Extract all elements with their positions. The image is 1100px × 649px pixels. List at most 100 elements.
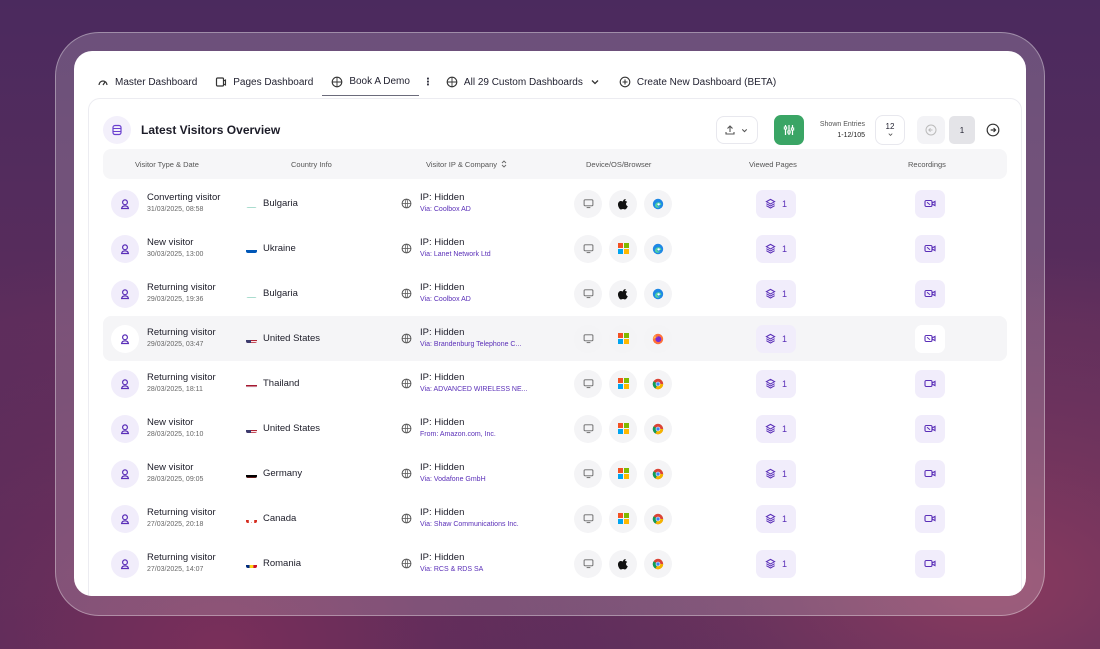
company-link[interactable]: Via: Vodafone GmbH — [420, 474, 486, 486]
table-row[interactable]: Returning visitor 27/03/2025, 20:18 Canada… — [103, 496, 1007, 541]
recordings-cell — [915, 451, 945, 496]
company-link[interactable]: Via: ADVANCED WIRELESS NE... — [420, 384, 528, 396]
pagination: 1 — [917, 116, 1007, 144]
user-icon[interactable] — [111, 369, 139, 398]
viewed-pages-count: 1 — [781, 423, 787, 434]
user-icon[interactable] — [111, 504, 139, 533]
viewed-pages-button[interactable]: 1 — [756, 504, 796, 533]
per-page-select[interactable]: 12 — [875, 115, 905, 145]
table-row[interactable]: New visitor 28/03/2025, 10:10 United State… — [103, 406, 1007, 451]
user-icon[interactable] — [111, 234, 139, 263]
user-icon[interactable] — [111, 324, 139, 353]
table-row[interactable]: Returning visitor 27/03/2025, 14:07 Romani… — [103, 541, 1007, 586]
ro-flag-icon — [246, 560, 257, 568]
tab-master-dashboard[interactable]: Master Dashboard — [88, 68, 206, 96]
recording-button[interactable] — [915, 324, 945, 353]
ip-address: IP: Hidden — [420, 551, 465, 563]
layers-icon — [765, 198, 776, 209]
company-link[interactable]: Via: Lanet Network Ltd — [420, 249, 491, 261]
user-icon[interactable] — [111, 414, 139, 443]
globe-icon — [401, 288, 412, 299]
viewed-pages-button[interactable]: 1 — [756, 189, 796, 218]
user-icon[interactable] — [111, 279, 139, 308]
table-row[interactable]: Returning visitor 28/03/2025, 18:11 Thaila… — [103, 361, 1007, 406]
recording-button[interactable] — [915, 504, 945, 533]
desktop-icon — [574, 504, 602, 533]
recording-button[interactable] — [915, 549, 945, 578]
tab-pages-dashboard[interactable]: Pages Dashboard — [206, 68, 322, 96]
tab-book-a-demo[interactable]: Book A Demo — [322, 68, 419, 96]
tab-label: All 29 Custom Dashboards — [463, 76, 583, 88]
prev-page-button[interactable] — [917, 116, 945, 144]
windows-icon — [609, 459, 637, 488]
more-options-icon[interactable]: ⋮ — [419, 68, 437, 96]
user-icon[interactable] — [111, 549, 139, 578]
device-cell — [574, 181, 679, 226]
company-link[interactable]: Via: Coolbox AD — [420, 204, 471, 216]
viewed-pages-cell: 1 — [756, 541, 796, 586]
recording-icon — [924, 558, 936, 569]
visitor-type-cell: Returning visitor 29/03/2025, 03:47 — [111, 316, 216, 361]
col-ip-company[interactable]: Visitor IP & Company — [426, 149, 508, 179]
col-recordings: Recordings — [908, 159, 946, 169]
table-row[interactable]: New visitor 30/03/2025, 13:00 Ukraine IP: H… — [103, 226, 1007, 271]
globe-icon — [446, 76, 458, 88]
company-link[interactable]: Via: Shaw Communications Inc. — [420, 519, 519, 531]
user-icon[interactable] — [111, 459, 139, 488]
viewed-pages-button[interactable]: 1 — [756, 324, 796, 353]
layers-icon — [765, 243, 776, 254]
recording-button[interactable] — [915, 459, 945, 488]
visitor-type: New visitor — [147, 461, 194, 473]
viewed-pages-button[interactable]: 1 — [756, 279, 796, 308]
plus-circle-icon — [619, 76, 631, 88]
company-link[interactable]: From: Amazon.com, Inc. — [420, 429, 496, 441]
recording-button[interactable] — [915, 234, 945, 263]
current-page[interactable]: 1 — [949, 116, 975, 144]
table-row[interactable]: New visitor 28/03/2025, 09:05 Germany IP: H… — [103, 451, 1007, 496]
recording-button[interactable] — [915, 279, 945, 308]
ip-info: IP: Hidden Via: RCS & RDS SA — [420, 552, 483, 576]
globe-icon — [401, 378, 412, 389]
table-row[interactable]: Returning visitor 29/03/2025, 19:36 Bulgar… — [103, 271, 1007, 316]
company-link[interactable]: Via: RCS & RDS SA — [420, 564, 483, 576]
visitors-panel: Latest Visitors Overview Shown Entries 1… — [88, 98, 1022, 596]
company-link[interactable]: Via: Brandenburg Telephone C... — [420, 339, 521, 351]
viewed-pages-button[interactable]: 1 — [756, 369, 796, 398]
col-device: Device/OS/Browser — [586, 159, 652, 169]
export-button[interactable] — [715, 116, 758, 144]
recording-alt-icon — [924, 288, 936, 299]
visitor-type-info: Returning visitor 27/03/2025, 14:07 — [147, 552, 216, 576]
recording-button[interactable] — [915, 414, 945, 443]
next-page-button[interactable] — [979, 116, 1007, 144]
layers-icon — [765, 423, 776, 434]
recording-button[interactable] — [915, 189, 945, 218]
layers-icon — [765, 513, 776, 524]
chrome-icon — [644, 369, 672, 398]
viewed-pages-button[interactable]: 1 — [756, 549, 796, 578]
tab-custom-dashboards[interactable]: All 29 Custom Dashboards — [437, 68, 610, 96]
table-row[interactable]: Returning visitor 29/03/2025, 03:47 United… — [103, 316, 1007, 361]
viewed-pages-button[interactable]: 1 — [756, 414, 796, 443]
country-name: Romania — [263, 558, 302, 569]
visitor-type-info: New visitor 30/03/2025, 13:00 — [147, 237, 203, 261]
visit-date: 29/03/2025, 03:47 — [147, 340, 204, 348]
layers-icon — [765, 288, 776, 299]
viewed-pages-button[interactable]: 1 — [756, 459, 796, 488]
visitor-type: Returning visitor — [147, 551, 216, 563]
company-link[interactable]: Via: Coolbox AD — [420, 294, 471, 306]
visitor-type-info: Converting visitor 31/03/2025, 08:58 — [147, 192, 220, 216]
panel-header: Latest Visitors Overview Shown Entries 1… — [103, 115, 1007, 145]
filter-button[interactable] — [773, 115, 804, 145]
tab-create-dashboard[interactable]: Create New Dashboard (BETA) — [610, 68, 785, 96]
country-cell: United States — [246, 316, 320, 361]
viewed-pages-button[interactable]: 1 — [756, 234, 796, 263]
recording-button[interactable] — [915, 369, 945, 398]
desktop-icon — [574, 279, 602, 308]
visitor-type-cell: Returning visitor 29/03/2025, 19:36 — [111, 271, 216, 316]
device-cell — [574, 316, 679, 361]
device-cell — [574, 226, 679, 271]
user-icon[interactable] — [111, 189, 139, 218]
ip-info: IP: Hidden Via: Lanet Network Ltd — [420, 237, 491, 261]
country-cell: Germany — [246, 451, 302, 496]
table-row[interactable]: Converting visitor 31/03/2025, 08:58 Bulga… — [103, 181, 1007, 226]
